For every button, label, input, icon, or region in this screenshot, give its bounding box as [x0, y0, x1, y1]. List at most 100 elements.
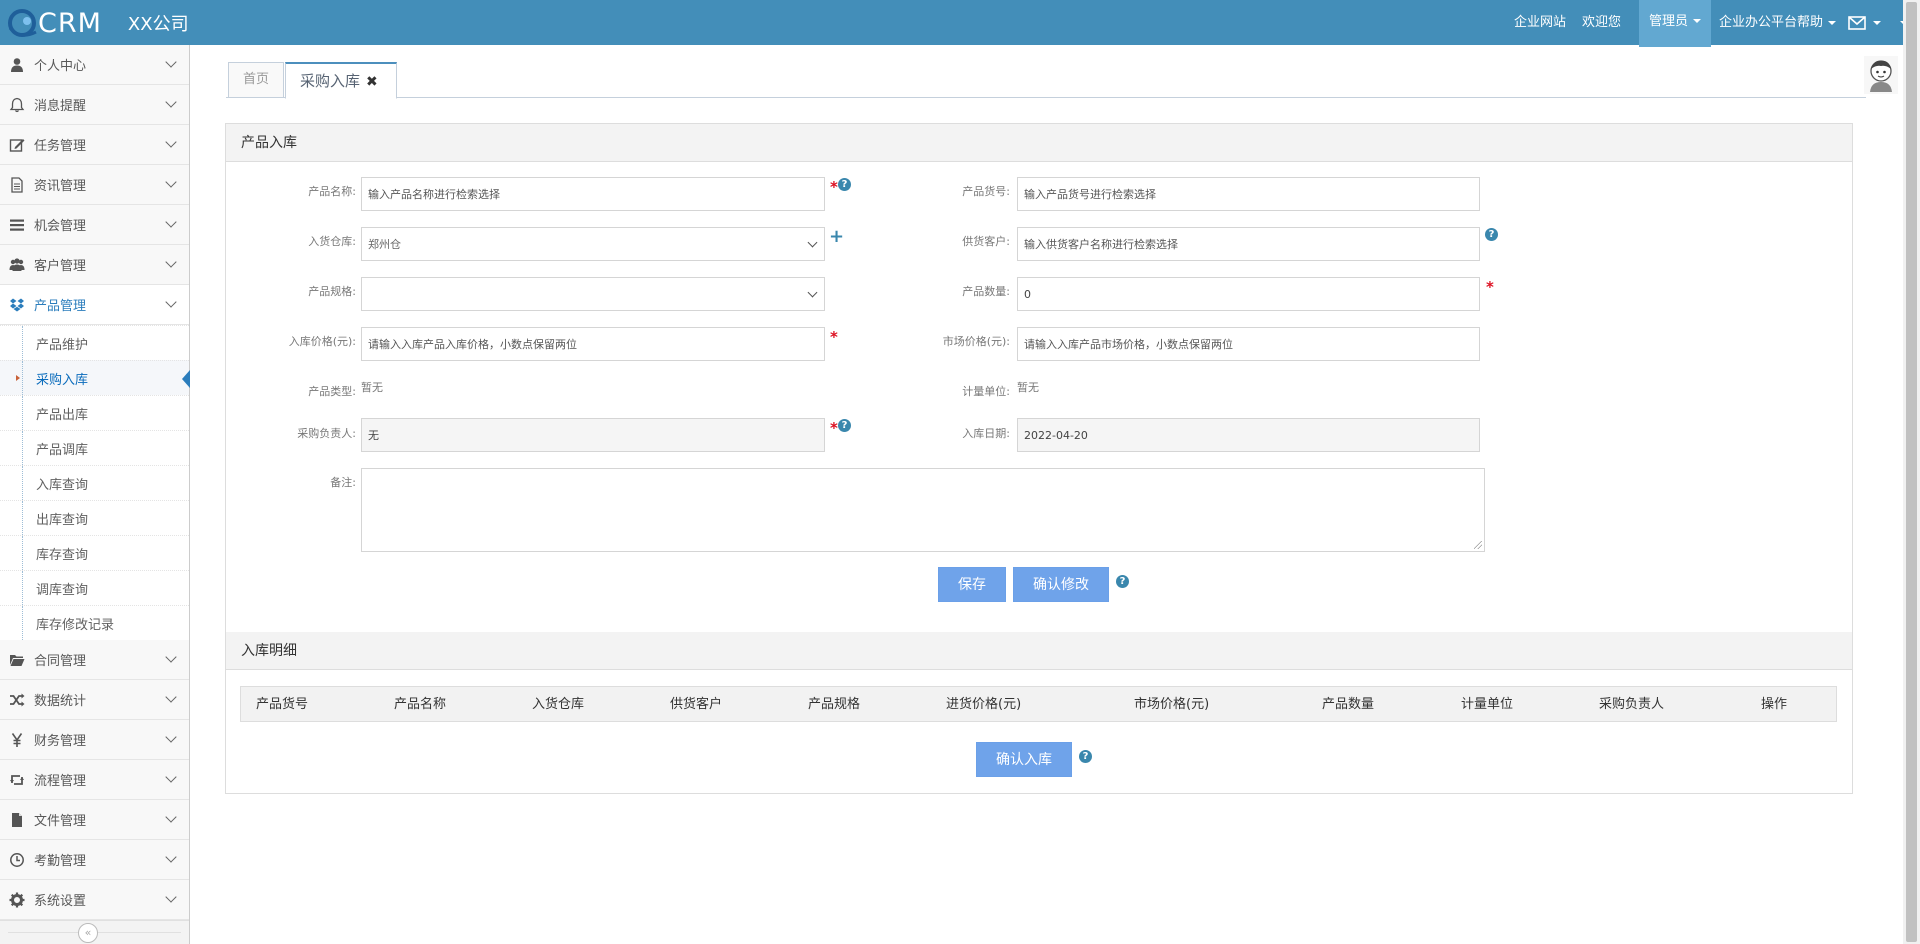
sidebar-item-label: 合同管理: [34, 654, 87, 669]
required-mark: *: [830, 178, 838, 196]
save-button[interactable]: 保存: [938, 567, 1006, 602]
help-icon[interactable]: ?: [1079, 750, 1092, 763]
required-mark: *: [1486, 278, 1494, 296]
help-icon[interactable]: ?: [1116, 575, 1129, 588]
sidebar-item-settings[interactable]: 系统设置: [0, 880, 189, 920]
admin-dropdown[interactable]: 管理员: [1638, 0, 1711, 47]
sidebar-item-messages[interactable]: 消息提醒: [0, 85, 189, 125]
sidebar-item-files[interactable]: 文件管理: [0, 800, 189, 840]
column-header: 市场价格(元): [1134, 697, 1210, 712]
chevron-down-icon: [165, 731, 177, 743]
sidebar-item-workflow[interactable]: 流程管理: [0, 760, 189, 800]
help-icon[interactable]: ?: [838, 178, 851, 191]
confirm-edit-button[interactable]: 确认修改: [1013, 567, 1109, 602]
supplier-input[interactable]: 输入供货客户名称进行检索选择: [1017, 227, 1480, 261]
help-icon[interactable]: ?: [838, 419, 851, 432]
sub-item-stock-edit-log[interactable]: 库存修改记录: [0, 605, 189, 640]
help-dropdown[interactable]: 企业办公平台帮助: [1711, 0, 1844, 45]
quantity-input[interactable]: 0: [1017, 277, 1480, 311]
sub-item-product-maintenance[interactable]: 产品维护: [0, 325, 189, 360]
product-name-input[interactable]: 输入产品名称进行检索选择: [361, 177, 825, 211]
active-arrow-icon: [182, 370, 190, 388]
sidebar-item-statistics[interactable]: 数据统计: [0, 680, 189, 720]
caret-down-icon: [1828, 20, 1836, 25]
quantity-label: 产品数量:: [962, 285, 1010, 298]
sidebar-item-opportunities[interactable]: 机会管理: [0, 205, 189, 245]
chevron-down-icon: [165, 176, 177, 188]
column-header: 供货客户: [670, 697, 723, 712]
sub-item-product-transfer[interactable]: 产品调库: [0, 430, 189, 465]
user-avatar-icon[interactable]: [1864, 56, 1898, 94]
bell-icon: [8, 96, 26, 114]
sidebar-item-personal-center[interactable]: 个人中心: [0, 45, 189, 85]
document-icon: [8, 176, 26, 194]
sidebar-item-attendance[interactable]: 考勤管理: [0, 840, 189, 880]
in-price-input[interactable]: 请输入入库产品入库价格，小数点保留两位: [361, 327, 825, 361]
sidebar-item-finance[interactable]: 财务管理: [0, 720, 189, 760]
brand[interactable]: CRM XX公司: [6, 6, 189, 40]
sidebar-item-news[interactable]: 资讯管理: [0, 165, 189, 205]
sub-item-product-outbound[interactable]: 产品出库: [0, 395, 189, 430]
yen-icon: [8, 731, 26, 749]
nav-link-company-site[interactable]: 企业网站: [1506, 0, 1574, 45]
product-type-label: 产品类型:: [308, 385, 356, 398]
collapse-sidebar-button[interactable]: «: [78, 923, 98, 943]
sidebar-collapse-bar: «: [0, 920, 189, 944]
column-header: 采购负责人: [1599, 697, 1665, 712]
sidebar-item-label: 任务管理: [34, 139, 87, 154]
tab-home[interactable]: 首页: [228, 62, 284, 98]
warehouse-select[interactable]: 郑州仓: [361, 227, 825, 261]
close-tab-icon[interactable]: ✖: [366, 74, 378, 90]
users-icon: [8, 256, 26, 274]
help-label: 企业办公平台帮助: [1718, 15, 1823, 30]
sub-item-outbound-query[interactable]: 出库查询: [0, 500, 189, 535]
market-price-label: 市场价格(元):: [942, 335, 1010, 348]
confirm-inbound-button[interactable]: 确认入库: [976, 742, 1072, 777]
buyer-input[interactable]: 无: [361, 418, 825, 452]
sub-item-transfer-query[interactable]: 调库查询: [0, 570, 189, 605]
scrollbar-thumb[interactable]: [1906, 2, 1917, 942]
product-code-label: 产品货号:: [962, 185, 1010, 198]
tab-label: 采购入库: [300, 72, 361, 90]
products-submenu: 产品维护 采购入库 产品出库 产品调库 入库查询 出库查询 库存查询 调库查询 …: [0, 325, 190, 640]
sidebar: 个人中心 消息提醒 任务管理 资讯管理 机会管理 客户管理 产品管理 产品维护 …: [0, 45, 190, 944]
sub-item-label: 调库查询: [36, 582, 89, 598]
sidebar-item-contracts[interactable]: 合同管理: [0, 640, 189, 680]
chevron-down-icon: [165, 851, 177, 863]
chevron-down-icon: [165, 216, 177, 228]
resize-grip-icon[interactable]: [1474, 541, 1482, 549]
sidebar-item-products[interactable]: 产品管理: [0, 285, 189, 325]
sub-item-label: 库存查询: [36, 547, 89, 563]
mail-dropdown[interactable]: [1844, 15, 1885, 31]
remark-textarea[interactable]: [361, 468, 1485, 552]
in-date-input[interactable]: 2022-04-20: [1017, 418, 1480, 452]
sub-item-inbound-query[interactable]: 入库查询: [0, 465, 189, 500]
top-navbar: CRM XX公司 企业网站 欢迎您 管理员 企业办公平台帮助: [0, 0, 1920, 47]
sidebar-item-label: 考勤管理: [34, 854, 87, 869]
market-price-input[interactable]: 请输入入库产品市场价格，小数点保留两位: [1017, 327, 1480, 361]
chevron-down-icon: [165, 651, 177, 663]
sidebar-item-label: 资讯管理: [34, 179, 87, 194]
sidebar-item-customers[interactable]: 客户管理: [0, 245, 189, 285]
sub-item-label: 出库查询: [36, 512, 89, 528]
add-warehouse-plus-icon[interactable]: +: [829, 226, 844, 247]
sidebar-item-label: 文件管理: [34, 814, 87, 829]
tab-purchase-inbound[interactable]: 采购入库 ✖: [285, 62, 397, 99]
tab-label: 首页: [243, 72, 270, 87]
sub-item-purchase-inbound[interactable]: 采购入库: [0, 360, 190, 395]
chevron-down-icon: [165, 771, 177, 783]
chevron-down-icon: [165, 256, 177, 268]
sub-item-stock-query[interactable]: 库存查询: [0, 535, 189, 570]
caret-down-icon: [1873, 20, 1881, 25]
chevron-down-icon: [165, 56, 177, 68]
folder-icon: [8, 651, 26, 669]
help-icon[interactable]: ?: [1485, 228, 1498, 241]
spec-label: 产品规格:: [308, 285, 356, 298]
product-name-label: 产品名称:: [308, 185, 356, 198]
chevron-down-icon: [165, 296, 177, 308]
edit-icon: [8, 136, 26, 154]
spec-select[interactable]: [361, 277, 825, 311]
sidebar-item-tasks[interactable]: 任务管理: [0, 125, 189, 165]
sub-item-label: 产品调库: [36, 442, 89, 458]
product-code-input[interactable]: 输入产品货号进行检索选择: [1017, 177, 1480, 211]
